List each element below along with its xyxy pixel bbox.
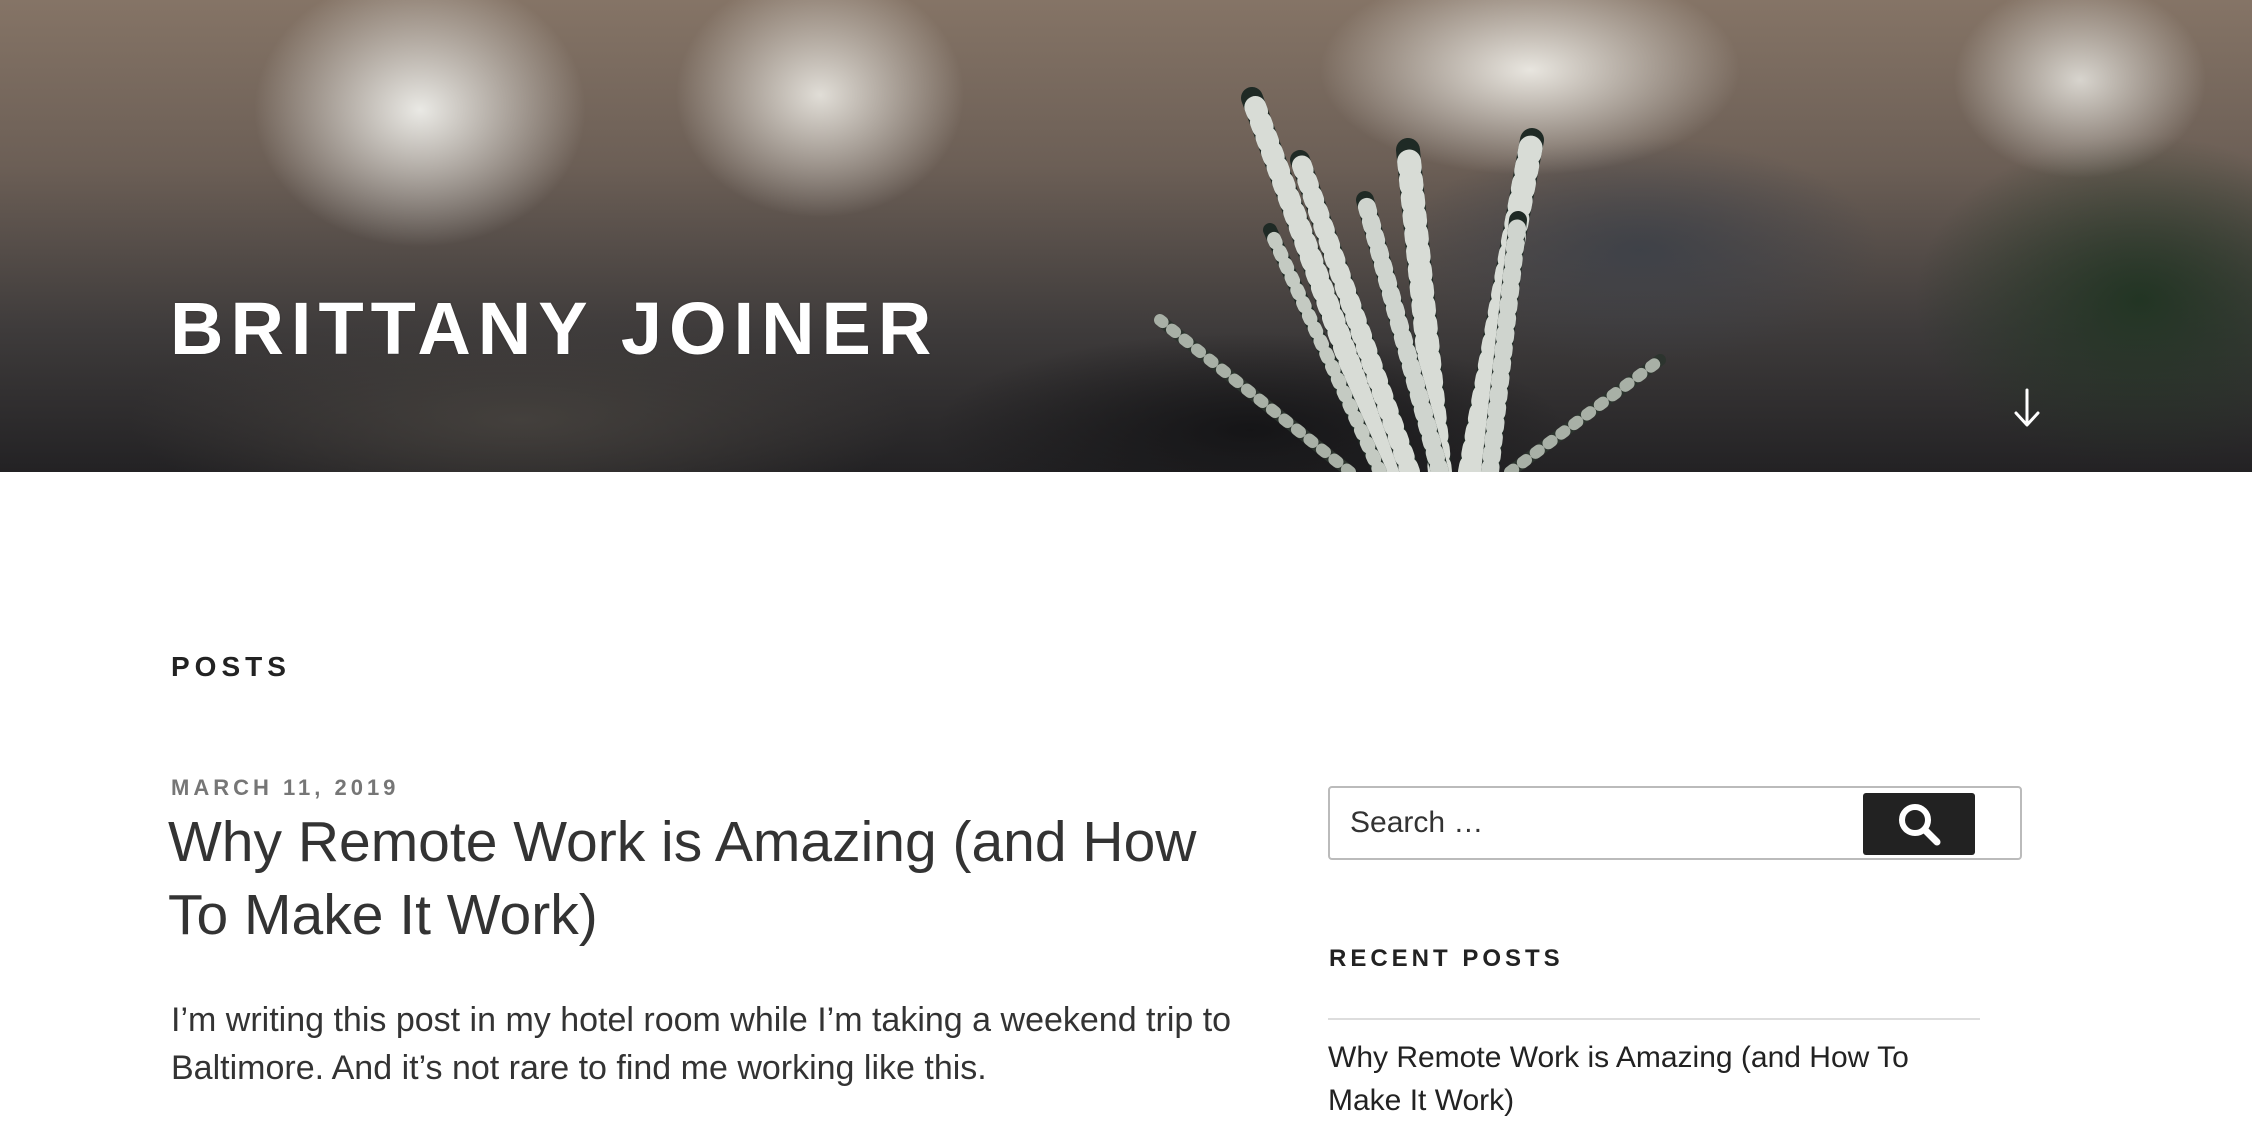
- post-excerpt: I’m writing this post in my hotel room w…: [171, 1001, 1232, 1087]
- recent-posts-list: Why Remote Work is Amazing (and How To M…: [1328, 1018, 1980, 1140]
- header-plant-image: [1154, 87, 1666, 472]
- site-header: BRITTANY JOINER: [0, 0, 2252, 472]
- recent-posts-title: RECENT POSTS: [1329, 945, 1564, 972]
- site-title[interactable]: BRITTANY JOINER: [170, 286, 938, 371]
- search-form: [1328, 786, 2022, 860]
- recent-post-link[interactable]: Why Remote Work is Amazing (and How To M…: [1328, 1018, 1980, 1140]
- post-date[interactable]: MARCH 11, 2019: [171, 775, 399, 801]
- search-icon: [1899, 804, 1941, 846]
- search-input[interactable]: [1330, 788, 1850, 858]
- arrow-down-icon: [2014, 388, 2040, 427]
- page-heading: POSTS: [171, 651, 291, 682]
- post-title[interactable]: Why Remote Work is Amazing (and How To M…: [168, 806, 1248, 952]
- search-submit-button[interactable]: [1863, 793, 1975, 855]
- scroll-down-button[interactable]: [2005, 383, 2049, 433]
